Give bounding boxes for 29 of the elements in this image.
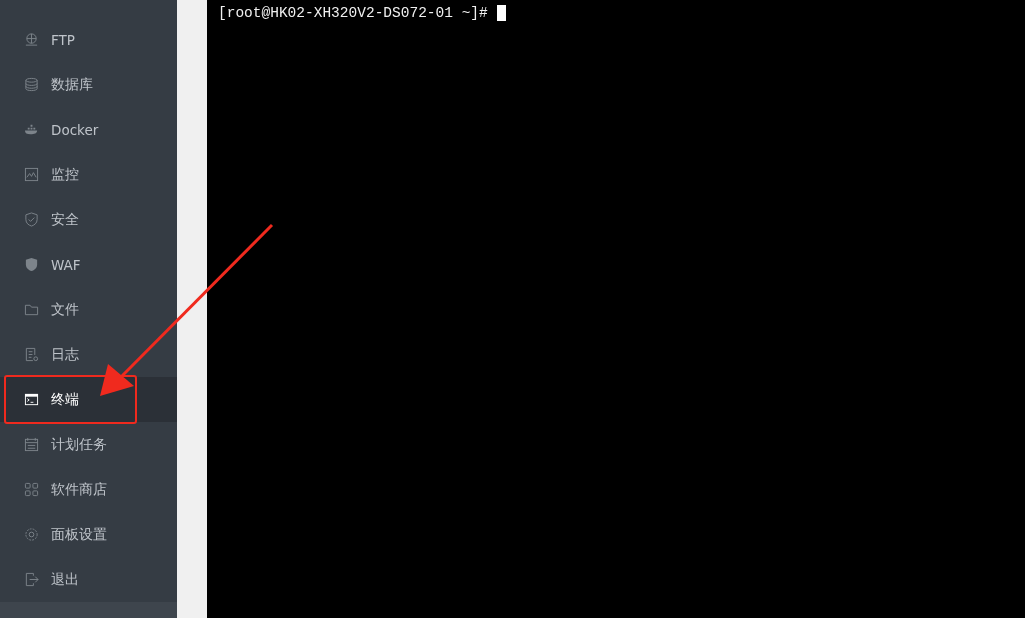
sidebar-item[interactable]: FTP bbox=[0, 17, 177, 62]
database-icon bbox=[24, 77, 39, 92]
solid-shield-icon bbox=[24, 257, 39, 272]
folder-icon bbox=[24, 302, 39, 317]
gear-icon bbox=[24, 527, 39, 542]
sidebar-item[interactable]: 退出 bbox=[0, 557, 177, 602]
terminal[interactable]: [root@HK02-XH320V2-DS072-01 ~]# bbox=[207, 0, 1025, 618]
sidebar-item[interactable]: 日志 bbox=[0, 332, 177, 377]
terminal-prompt: [root@HK02-XH320V2-DS072-01 ~]# bbox=[218, 5, 488, 21]
sidebar-item[interactable]: 面板设置 bbox=[0, 512, 177, 557]
sidebar-item[interactable]: 软件商店 bbox=[0, 467, 177, 512]
globe-icon bbox=[24, 32, 39, 47]
chart-icon bbox=[24, 167, 39, 182]
calendar-icon bbox=[24, 437, 39, 452]
sidebar-item[interactable]: 计划任务 bbox=[0, 422, 177, 467]
terminal-icon bbox=[24, 392, 39, 407]
sidebar-item[interactable]: Docker bbox=[0, 107, 177, 152]
sidebar-item[interactable]: 监控 bbox=[0, 152, 177, 197]
sidebar-item[interactable]: 安全 bbox=[0, 197, 177, 242]
whale-icon bbox=[24, 122, 39, 137]
grid-icon bbox=[24, 482, 39, 497]
cursor bbox=[496, 5, 506, 21]
sidebar-item[interactable]: WAF bbox=[0, 242, 177, 287]
document-icon bbox=[24, 347, 39, 362]
shield-icon bbox=[24, 212, 39, 227]
sidebar-item[interactable]: 数据库 bbox=[0, 62, 177, 107]
exit-icon bbox=[24, 572, 39, 587]
sidebar-item[interactable]: 文件 bbox=[0, 287, 177, 332]
sidebar-item[interactable]: 终端 bbox=[0, 377, 177, 422]
